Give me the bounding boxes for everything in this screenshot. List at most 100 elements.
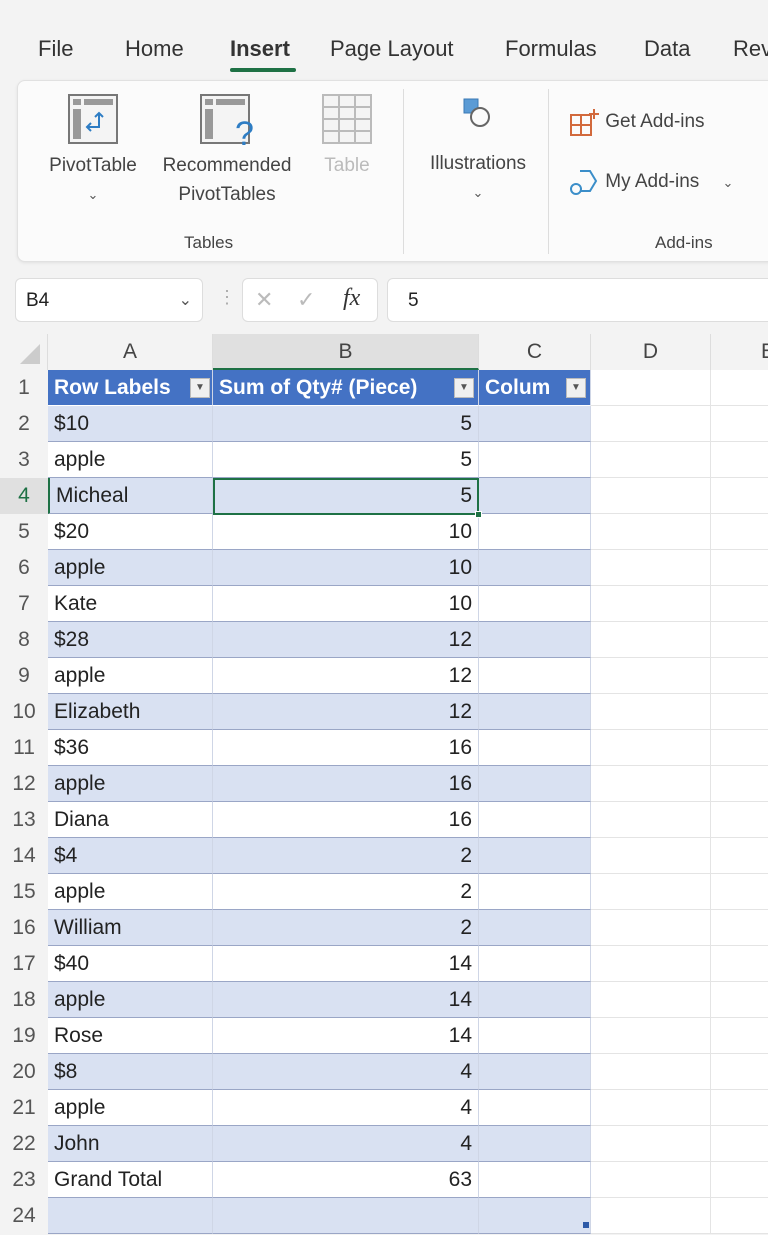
column-header-c[interactable]: C	[479, 334, 591, 370]
row-header[interactable]: 6	[0, 550, 48, 586]
cell-row-label[interactable]: apple	[48, 874, 213, 910]
cell-row-label[interactable]: William	[48, 910, 213, 946]
cell-row-label[interactable]: $20	[48, 514, 213, 550]
cell-sum-qty[interactable]: 16	[213, 802, 479, 838]
cell-empty[interactable]	[591, 622, 711, 658]
cell-column-c[interactable]	[479, 766, 591, 802]
chevron-down-icon[interactable]: ⌄	[723, 175, 734, 190]
cell-sum-qty[interactable]: 16	[213, 730, 479, 766]
cell-sum-qty[interactable]: 16	[213, 766, 479, 802]
cell-empty[interactable]	[711, 838, 768, 874]
cell-row-label[interactable]: apple	[48, 1090, 213, 1126]
row-header[interactable]: 11	[0, 730, 48, 766]
cell-row-label[interactable]: Rose	[48, 1018, 213, 1054]
cell-column-c[interactable]	[479, 442, 591, 478]
cell-column-c[interactable]	[479, 406, 591, 442]
row-header[interactable]: 24	[0, 1198, 48, 1234]
cell-row-label[interactable]: Kate	[48, 586, 213, 622]
cell-empty[interactable]	[711, 874, 768, 910]
cell-row-label[interactable]: $36	[48, 730, 213, 766]
cell-sum-qty[interactable]: 2	[213, 838, 479, 874]
cell-column-c[interactable]	[479, 1090, 591, 1126]
cell-column-c[interactable]	[479, 1018, 591, 1054]
tab-data[interactable]: Data	[644, 36, 690, 62]
cell-empty[interactable]	[591, 874, 711, 910]
table-button[interactable]: Table	[312, 91, 382, 180]
row-header[interactable]: 4	[0, 478, 48, 514]
cell-empty[interactable]	[591, 838, 711, 874]
row-header[interactable]: 8	[0, 622, 48, 658]
cell-empty[interactable]	[711, 622, 768, 658]
tab-formulas[interactable]: Formulas	[505, 36, 597, 62]
cell-empty[interactable]	[711, 550, 768, 586]
cell-empty[interactable]	[711, 1162, 768, 1198]
filter-dropdown-icon[interactable]: ▼	[454, 378, 474, 398]
row-header[interactable]: 7	[0, 586, 48, 622]
cell-empty[interactable]	[591, 766, 711, 802]
cell-empty[interactable]	[591, 1198, 711, 1234]
cell-column-c[interactable]	[479, 622, 591, 658]
cell-empty[interactable]	[591, 910, 711, 946]
row-header[interactable]: 12	[0, 766, 48, 802]
cell-sum-qty[interactable]: 4	[213, 1054, 479, 1090]
cell-empty[interactable]	[591, 478, 711, 514]
cell-empty[interactable]	[591, 406, 711, 442]
cell-sum-qty[interactable]: 12	[213, 694, 479, 730]
cell-sum-qty[interactable]: 14	[213, 946, 479, 982]
cell-empty[interactable]	[711, 370, 768, 406]
column-header-b[interactable]: B	[213, 334, 479, 370]
cell-column-c[interactable]	[479, 802, 591, 838]
cell-empty[interactable]	[711, 982, 768, 1018]
cell-row-label[interactable]: $40	[48, 946, 213, 982]
row-header[interactable]: 17	[0, 946, 48, 982]
cell-empty[interactable]	[711, 910, 768, 946]
cell-row-label[interactable]: apple	[48, 442, 213, 478]
cell-sum-qty[interactable]: 10	[213, 586, 479, 622]
cell-column-c[interactable]	[479, 586, 591, 622]
cell-row-label[interactable]: Diana	[48, 802, 213, 838]
cell-sum-qty[interactable]: 5	[213, 478, 479, 514]
cell-sum-qty[interactable]: 63	[213, 1162, 479, 1198]
cell-empty[interactable]	[711, 442, 768, 478]
header-row-labels[interactable]: Row Labels ▼	[48, 370, 213, 406]
tab-review[interactable]: Rev	[733, 36, 768, 62]
row-header[interactable]: 15	[0, 874, 48, 910]
filter-dropdown-icon[interactable]: ▼	[566, 378, 586, 398]
column-header-d[interactable]: D	[591, 334, 711, 370]
cell-empty[interactable]	[591, 550, 711, 586]
cell-column-c[interactable]	[479, 1054, 591, 1090]
cell-row-label[interactable]: Elizabeth	[48, 694, 213, 730]
cell-row-label[interactable]	[48, 1198, 213, 1234]
cell-empty[interactable]	[591, 370, 711, 406]
cell-empty[interactable]	[591, 442, 711, 478]
cell-empty[interactable]	[711, 478, 768, 514]
column-header-a[interactable]: A	[48, 334, 213, 370]
cell-row-label[interactable]: apple	[48, 550, 213, 586]
cell-row-label[interactable]: John	[48, 1126, 213, 1162]
cell-sum-qty[interactable]: 4	[213, 1126, 479, 1162]
cell-empty[interactable]	[591, 514, 711, 550]
cell-sum-qty[interactable]	[213, 1198, 479, 1234]
cell-sum-qty[interactable]: 5	[213, 406, 479, 442]
cell-column-c[interactable]	[479, 730, 591, 766]
row-header[interactable]: 21	[0, 1090, 48, 1126]
cell-column-c[interactable]	[479, 946, 591, 982]
header-sum-qty[interactable]: Sum of Qty# (Piece) ▼	[213, 370, 479, 406]
cell-row-label[interactable]: apple	[48, 658, 213, 694]
cell-empty[interactable]	[711, 1090, 768, 1126]
cell-empty[interactable]	[591, 694, 711, 730]
cell-empty[interactable]	[591, 802, 711, 838]
insert-function-icon[interactable]: fx	[343, 285, 360, 312]
table-resize-handle[interactable]	[583, 1222, 589, 1228]
cell-sum-qty[interactable]: 10	[213, 514, 479, 550]
cell-sum-qty[interactable]: 12	[213, 622, 479, 658]
row-header[interactable]: 9	[0, 658, 48, 694]
cell-column-c[interactable]	[479, 910, 591, 946]
cell-sum-qty[interactable]: 14	[213, 1018, 479, 1054]
tab-page-layout[interactable]: Page Layout	[330, 36, 454, 62]
cell-empty[interactable]	[591, 946, 711, 982]
cell-empty[interactable]	[711, 766, 768, 802]
row-header[interactable]: 13	[0, 802, 48, 838]
cell-column-c[interactable]	[479, 658, 591, 694]
row-header[interactable]: 2	[0, 406, 48, 442]
